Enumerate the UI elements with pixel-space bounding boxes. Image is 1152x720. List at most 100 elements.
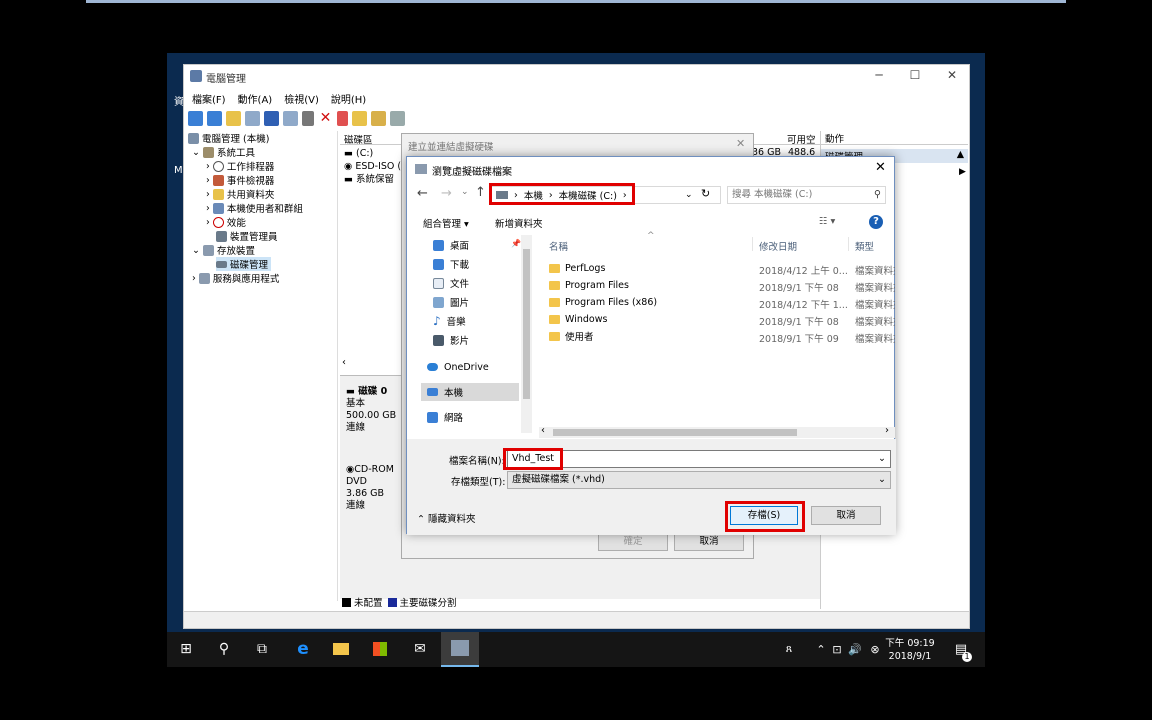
tree-performance-label: 效能 (226, 218, 246, 229)
edge-browser-icon[interactable]: e (293, 639, 313, 659)
search-folder-icon[interactable] (371, 110, 386, 126)
tree-event-viewer[interactable]: › 事件檢視器 (206, 173, 274, 187)
cancel-button[interactable]: 取消 (811, 506, 881, 525)
nav-documents[interactable]: 文件 (433, 275, 469, 291)
menu-view[interactable]: 檢視(V) (284, 91, 319, 106)
computer-management-task[interactable] (441, 632, 479, 667)
column-volume[interactable]: 磁碟區 (344, 132, 373, 146)
volume-row[interactable]: ▬ 系統保留 (344, 173, 401, 186)
window-titlebar[interactable]: 電腦管理 ─ ☐ ✕ (184, 65, 969, 87)
disk-icon[interactable] (390, 110, 405, 126)
tree-task-scheduler-label: 工作排程器 (226, 162, 275, 173)
forward-icon[interactable]: → (441, 186, 452, 201)
column-name[interactable]: 名稱 (549, 239, 568, 253)
file-explorer-icon[interactable] (331, 639, 351, 659)
menu-file[interactable]: 檔案(F) (192, 91, 226, 106)
file-row[interactable]: 使用者 (549, 328, 594, 344)
nav-this-pc[interactable]: 本機 (421, 383, 519, 401)
nav-downloads[interactable]: 下載 (433, 256, 469, 272)
tree-storage[interactable]: ⌄ 存放裝置 (192, 243, 255, 257)
file-row[interactable]: Windows (549, 311, 607, 327)
filetype-select[interactable]: 虛擬磁碟檔案 (*.vhd) ⌄ (507, 471, 891, 489)
clock[interactable]: 下午 09:19 2018/9/1 (885, 637, 935, 663)
maximize-button[interactable]: ☐ (900, 68, 930, 84)
hide-folders-toggle[interactable]: ⌃ 隱藏資料夾 (417, 511, 476, 525)
tree-performance[interactable]: › 效能 (206, 215, 246, 229)
tree-root[interactable]: 電腦管理 (本機) (188, 131, 269, 145)
horizontal-scroll-thumb[interactable] (553, 429, 797, 436)
horizontal-scrollbar[interactable]: ‹ › (539, 425, 895, 438)
address-dropdown-icon[interactable]: ⌄ (685, 190, 693, 200)
file-row[interactable]: PerfLogs (549, 260, 605, 276)
properties-icon[interactable] (283, 110, 298, 126)
input-method-icon[interactable]: ⊗ (865, 639, 885, 659)
scroll-right-icon[interactable]: › (885, 425, 889, 436)
filename-dropdown-icon[interactable]: ⌄ (878, 451, 886, 467)
store-icon[interactable] (370, 639, 390, 659)
tree-shared-folders[interactable]: › 共用資料夾 (206, 187, 274, 201)
network-tray-icon[interactable]: ⊡ (827, 639, 847, 659)
connect-icon[interactable] (302, 110, 314, 126)
nav-videos[interactable]: 影片 (433, 332, 469, 348)
show-hide-tree-icon[interactable] (245, 110, 260, 126)
tree-disk-management[interactable]: 磁碟管理 (216, 257, 272, 271)
column-free[interactable]: 可用空 (787, 132, 816, 146)
column-modified[interactable]: 修改日期 (759, 239, 797, 253)
filename-input[interactable]: Vhd_Test ⌄ (507, 450, 891, 468)
menu-action[interactable]: 動作(A) (238, 91, 273, 106)
search-input[interactable]: 搜尋 本機磁碟 (C:) ⚲ (727, 186, 886, 204)
disk-0-info[interactable]: ▬ 磁碟 0 基本 500.00 GB 連線 (346, 386, 396, 434)
menu-help[interactable]: 說明(H) (331, 91, 366, 106)
nav-onedrive[interactable]: OneDrive (427, 359, 489, 375)
back-icon[interactable]: ← (417, 186, 428, 201)
dialog-close-icon[interactable]: ✕ (875, 160, 886, 175)
tree-device-manager[interactable]: 裝置管理員 (216, 229, 278, 243)
nav-scrollbar[interactable] (521, 235, 532, 433)
mail-icon[interactable]: ✉ (410, 639, 430, 659)
help-icon[interactable]: ? (869, 215, 883, 229)
start-windows-icon[interactable]: ⊞ (176, 639, 196, 659)
file-row[interactable]: Program Files (549, 277, 629, 293)
nav-network[interactable]: 網路 (427, 409, 463, 425)
import-icon[interactable] (352, 110, 367, 126)
tree-system-tools[interactable]: ⌄ 系統工具 (192, 145, 255, 159)
scroll-left-icon[interactable]: ‹ (541, 425, 545, 436)
nav-music[interactable]: ♪ 音樂 (433, 313, 466, 329)
search-icon: ⚲ (874, 189, 881, 200)
file-row[interactable]: Program Files (x86) (549, 294, 657, 310)
nav-scroll-thumb[interactable] (523, 249, 530, 399)
nav-desktop[interactable]: 桌面 (433, 237, 469, 253)
file-date: 2018/9/1 下午 08 (759, 283, 839, 294)
back-arrow-icon[interactable] (188, 110, 203, 126)
minimize-button[interactable]: ─ (864, 68, 894, 84)
filetype-dropdown-icon[interactable]: ⌄ (878, 472, 886, 488)
up-icon[interactable]: ↑ (475, 185, 486, 200)
more-actions-icon[interactable]: ▶ (959, 167, 966, 177)
checklist-icon[interactable] (337, 110, 348, 126)
help-icon[interactable] (264, 110, 279, 126)
delete-icon[interactable]: ✕ (318, 110, 333, 126)
wizard-close-icon[interactable]: ✕ (736, 137, 745, 150)
task-view-icon[interactable]: ⧉ (252, 639, 272, 659)
new-folder-button[interactable]: 新增資料夾 (495, 216, 543, 230)
forward-arrow-icon[interactable] (207, 110, 222, 126)
nav-pictures[interactable]: 圖片 (433, 294, 469, 310)
cdrom-info[interactable]: ◉CD-ROM DVD 3.86 GB 連線 (346, 464, 394, 512)
tree-root-label: 電腦管理 (本機) (202, 134, 270, 145)
view-options-icon[interactable]: ☷ ▾ (819, 216, 835, 227)
organize-button[interactable]: 組合管理 ▾ (423, 216, 469, 230)
volume-row[interactable]: ▬ (C:) (344, 147, 401, 160)
tools-icon (202, 146, 214, 158)
recent-chevron-icon[interactable]: ⌄ (461, 187, 469, 197)
tree-task-scheduler[interactable]: › 工作排程器 (206, 159, 274, 173)
scroll-left-icon[interactable]: ‹ (342, 357, 346, 368)
people-icon[interactable]: ጸ (779, 639, 799, 659)
up-folder-icon[interactable] (226, 110, 241, 126)
refresh-icon[interactable]: ↻ (701, 187, 710, 200)
tree-local-users[interactable]: › 本機使用者和群組 (206, 201, 303, 215)
tree-services[interactable]: › 服務與應用程式 (192, 271, 279, 285)
search-icon[interactable]: ⚲ (214, 639, 234, 659)
volume-icon[interactable]: 🔊 (845, 639, 865, 659)
close-button[interactable]: ✕ (937, 68, 967, 84)
volume-row[interactable]: ◉ ESD-ISO ( (344, 160, 401, 173)
